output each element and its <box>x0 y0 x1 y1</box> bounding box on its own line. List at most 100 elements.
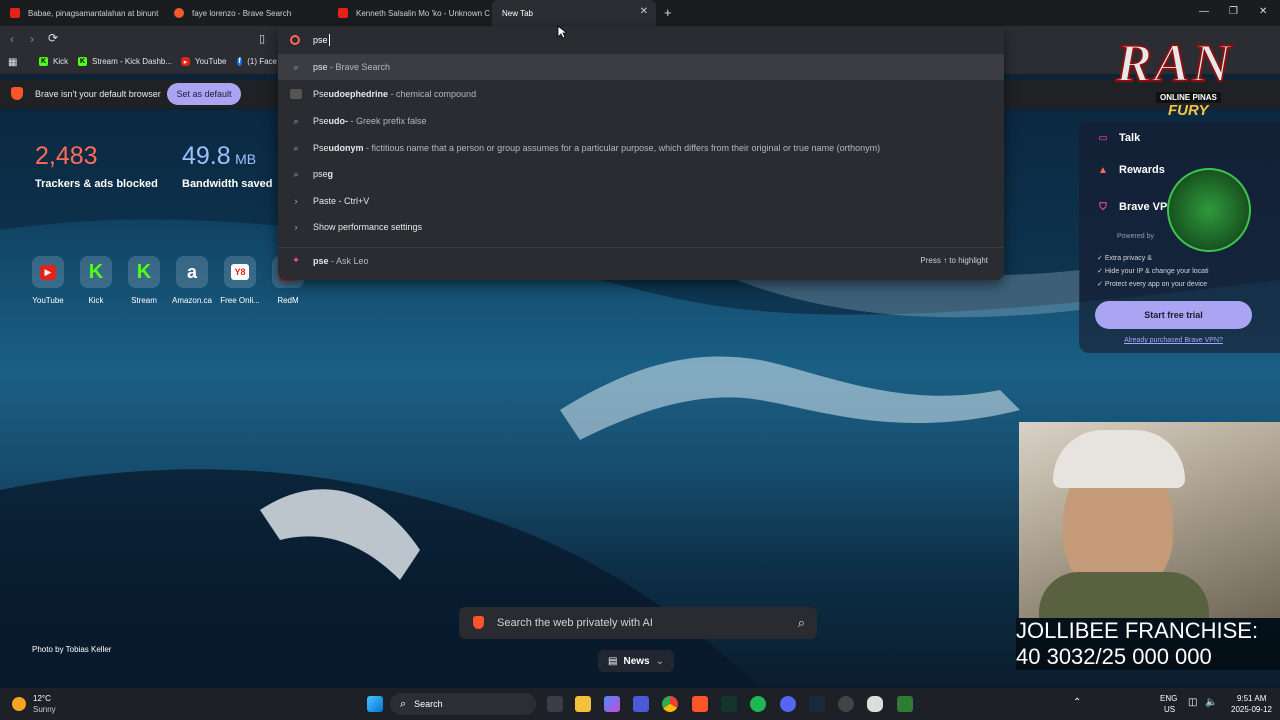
tab-new-tab[interactable]: New Tab ✕ <box>492 0 656 26</box>
news-label: News <box>623 655 650 667</box>
ask-leo-row[interactable]: ✦ pse - Ask Leo Press ↑ to highlight <box>278 247 1004 273</box>
brave-lion-icon <box>11 87 23 100</box>
search-icon: ⌕ <box>293 142 299 153</box>
paste-suggestion[interactable]: › Paste - Ctrl+V <box>278 188 1004 214</box>
back-icon[interactable]: ‹ <box>10 32 14 46</box>
lang-2: US <box>1164 705 1176 714</box>
windows-start-icon[interactable] <box>367 696 383 712</box>
forward-icon[interactable]: › <box>30 32 34 46</box>
search-icon: ⌕ <box>400 697 407 710</box>
tab-1[interactable]: Babae, pinagsamantalahan at binunt <box>0 0 164 26</box>
top-site-label: Free Onli... <box>220 296 260 305</box>
new-tab-icon[interactable]: + <box>664 5 672 20</box>
suggestion-match: pse <box>313 169 328 179</box>
apps-icon[interactable]: ▦ <box>8 57 17 68</box>
bandwidth-unit: MB <box>235 151 257 167</box>
kick-icon: K <box>128 256 160 288</box>
suggestion-desc: - Brave Search <box>327 62 391 72</box>
search-icon[interactable]: ⌕ <box>798 615 805 631</box>
copilot-icon[interactable] <box>604 696 620 712</box>
tab-2[interactable]: faye lorenzo - Brave Search <box>164 0 328 26</box>
suggestion-bold: g <box>327 169 334 179</box>
app-icon[interactable] <box>867 696 883 712</box>
top-site-label: Stream <box>131 296 157 305</box>
amazon-icon: a <box>176 256 208 288</box>
tab-3[interactable]: Kenneth Salsalin Mo 'ko - Unknown C <box>328 0 492 26</box>
bookmark-label: Stream - Kick Dashb... <box>92 57 173 66</box>
bookmark-kick[interactable]: K Kick <box>39 57 68 66</box>
spotify-icon[interactable] <box>750 696 766 712</box>
infobar-message: Brave isn't your default browser <box>35 89 161 99</box>
news-icon: ▤ <box>608 655 618 667</box>
trackers-label: Trackers & ads blocked <box>35 178 158 190</box>
top-site-kick[interactable]: K Kick <box>73 256 119 305</box>
clock-time[interactable]: 9:51 AM <box>1237 694 1266 703</box>
address-input[interactable]: pse <box>313 35 328 45</box>
vpn-feature-text: Protect every app on your device <box>1104 281 1208 288</box>
address-bar[interactable]: pse <box>278 27 1004 53</box>
suggestion-desc: - Greek prefix false <box>348 116 427 126</box>
chevron-up-icon[interactable]: ⌃ <box>1073 697 1081 708</box>
app-icon[interactable] <box>721 696 737 712</box>
youtube-icon <box>10 8 20 18</box>
suggestion-row[interactable]: ⌕ pseg <box>278 161 1004 187</box>
sun-icon[interactable] <box>12 697 26 711</box>
wifi-icon[interactable]: ◫ <box>1188 697 1197 708</box>
close-window-icon[interactable]: ✕ <box>1259 6 1267 17</box>
task-view-icon[interactable] <box>547 696 563 712</box>
rewards-label: Rewards <box>1119 164 1165 176</box>
vpn-row[interactable]: ⛉ Brave VP <box>1097 201 1167 213</box>
text-caret <box>329 34 330 46</box>
start-free-trial-button[interactable]: Start free trial <box>1095 301 1252 329</box>
set-as-default-button[interactable]: Set as default <box>167 83 241 105</box>
tab-title: Kenneth Salsalin Mo 'ko - Unknown C <box>356 8 491 18</box>
omnibox-dropdown: pse ⌕ pse - Brave Search Pseudoephedrine… <box>278 27 1004 280</box>
logo-sub2: FURY <box>1168 102 1209 119</box>
bookmark-youtube[interactable]: ▸ YouTube <box>181 57 226 66</box>
bookmark-icon[interactable]: ▯ <box>259 32 265 45</box>
suggestion-row[interactable]: ⌕ Pseudonym - fictitious name that a per… <box>278 135 1004 161</box>
photo-credit[interactable]: Photo by Tobias Keller <box>32 645 111 654</box>
powered-by: Powered by <box>1117 233 1154 240</box>
suggestion-match: Pse <box>313 116 329 126</box>
calculator-icon[interactable] <box>897 696 913 712</box>
brave-icon[interactable] <box>692 696 708 712</box>
talk-icon: ▭ <box>1098 132 1108 144</box>
top-site-label: RedM <box>277 296 299 305</box>
bookmark-stream[interactable]: K Stream - Kick Dashb... <box>78 57 172 66</box>
rewards-row[interactable]: ▲ Rewards <box>1097 164 1165 176</box>
close-tab-icon[interactable]: ✕ <box>640 6 648 17</box>
top-site-stream[interactable]: K Stream <box>121 256 167 305</box>
suggestion-row[interactable]: ⌕ pse - Brave Search <box>278 54 1004 80</box>
file-explorer-icon[interactable] <box>575 696 591 712</box>
performance-settings-suggestion[interactable]: › Show performance settings <box>278 214 1004 240</box>
suggestion-row[interactable]: Pseudoephedrine - chemical compound <box>278 81 1004 107</box>
news-button[interactable]: ▤ News ⌄ <box>598 650 674 672</box>
minimize-icon[interactable]: — <box>1199 6 1209 17</box>
chrome-icon[interactable] <box>662 696 678 712</box>
suggestion-match: Pse <box>313 89 329 99</box>
shirt <box>1039 572 1209 618</box>
suggestion-row[interactable]: ⌕ Pseudo- - Greek prefix false <box>278 108 1004 134</box>
app-icon[interactable] <box>838 696 854 712</box>
ai-search-box[interactable]: Search the web privately with AI ⌕ <box>459 607 817 639</box>
vpn-feature: ✓ Hide your IP & change your locati <box>1097 267 1209 275</box>
top-site-amazon[interactable]: a Amazon.ca <box>169 256 215 305</box>
steam-icon[interactable] <box>809 696 825 712</box>
talk-row[interactable]: ▭ Talk <box>1097 132 1140 144</box>
maximize-icon[interactable]: ❐ <box>1229 6 1238 17</box>
already-purchased-link[interactable]: Already purchased Brave VPN? <box>1079 337 1268 344</box>
top-site-y8[interactable]: Y8 Free Onli... <box>217 256 263 305</box>
taskbar-search[interactable]: ⌕ Search <box>390 693 536 715</box>
top-site-youtube[interactable]: ▶ YouTube <box>25 256 71 305</box>
bookmark-facebook[interactable]: f (1) Face <box>237 57 277 66</box>
kick-icon: K <box>80 256 112 288</box>
lang-1[interactable]: ENG <box>1160 694 1177 703</box>
volume-icon[interactable]: 🔈 <box>1205 697 1217 708</box>
overlay-line1: JOLLIBEE FRANCHISE: <box>1016 618 1259 643</box>
reload-icon[interactable]: ⟳ <box>48 31 58 45</box>
clock-date: 2025-09-12 <box>1231 705 1272 714</box>
discord-icon[interactable] <box>780 696 796 712</box>
tab-title: Babae, pinagsamantalahan at binunt <box>28 8 159 18</box>
store-icon[interactable] <box>633 696 649 712</box>
